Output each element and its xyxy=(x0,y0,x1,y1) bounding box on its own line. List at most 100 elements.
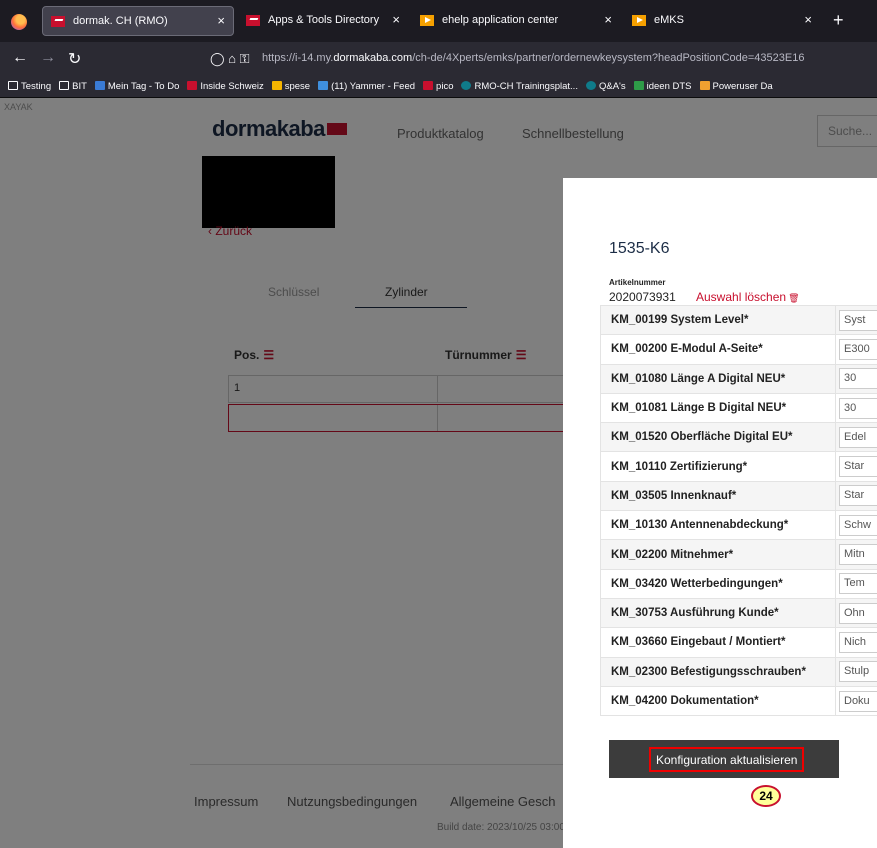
browser-tab-active[interactable]: dormak. CH (RMO) × xyxy=(42,6,234,36)
bookmark-yammer[interactable]: (11) Yammer - Feed xyxy=(318,81,415,92)
attribute-select[interactable]: Schw xyxy=(839,514,877,536)
attribute-row: KM_10130 Antennenabdeckung* Schw xyxy=(600,510,877,541)
attribute-select[interactable]: Tem xyxy=(839,573,877,595)
bookmark-poweruser[interactable]: Poweruser Da xyxy=(699,81,773,92)
close-icon[interactable]: × xyxy=(217,13,225,28)
attribute-value-cell: 30 xyxy=(835,363,877,394)
attribute-select[interactable]: Edel xyxy=(839,426,877,448)
clear-selection-link[interactable]: Auswahl löschen 🗑 xyxy=(696,290,800,304)
attribute-value-cell: Schw xyxy=(835,510,877,541)
spese-icon xyxy=(271,81,282,90)
close-icon[interactable]: × xyxy=(804,12,812,27)
update-configuration-button[interactable]: Konfiguration aktualisieren xyxy=(609,740,839,778)
attribute-row: KM_03505 Innenknauf* Star xyxy=(600,480,877,512)
attribute-table: KM_00199 System Level* Syst KM_00200 E-Mod… xyxy=(600,304,877,717)
url-bar[interactable]: https://i-14.my.dormakaba.com/ch-de/4Xpe… xyxy=(262,52,804,64)
attribute-value-cell: E300 xyxy=(835,334,877,365)
attribute-select[interactable]: Mitn xyxy=(839,544,877,566)
tab-title: eMKS xyxy=(654,14,684,26)
folder-icon xyxy=(59,81,70,90)
attribute-value-cell: Doku xyxy=(835,685,877,717)
attribute-value-cell: Mitn xyxy=(835,539,877,570)
bookmark-pico[interactable]: pico xyxy=(423,81,453,92)
firefox-logo-icon[interactable] xyxy=(11,14,27,30)
bookmark-label: Mein Tag - To Do xyxy=(107,81,180,92)
bookmark-label: BIT xyxy=(72,81,87,92)
play-icon xyxy=(632,15,646,26)
attribute-value-cell: Edel xyxy=(835,422,877,453)
attribute-select[interactable]: Syst xyxy=(839,309,877,331)
close-icon[interactable]: × xyxy=(392,12,400,27)
article-number: 2020073931 xyxy=(609,290,676,304)
bookmark-folder-testing[interactable]: Testing xyxy=(8,81,51,92)
attribute-name: KM_01520 Oberfläche Digital EU* xyxy=(600,422,836,453)
attribute-row: KM_02200 Mitnehmer* Mitn xyxy=(600,539,877,570)
browser-tab[interactable]: ehelp application center × xyxy=(412,6,620,36)
bookmark-spese[interactable]: spese xyxy=(271,81,311,92)
bookmark-label: ideen DTS xyxy=(646,81,692,92)
dormakaba-icon xyxy=(187,81,198,90)
attribute-name: KM_00199 System Level* xyxy=(600,304,836,336)
configuration-modal: 1535-K6 Artikelnummer 2020073931 Auswahl… xyxy=(563,178,877,848)
attribute-row: KM_01081 Länge B Digital NEU* 30 xyxy=(600,392,877,424)
bookmarks-toolbar: Testing BIT Mein Tag - To Do Inside Schweiz… xyxy=(0,76,877,98)
attribute-name: KM_01081 Länge B Digital NEU* xyxy=(600,392,836,424)
forward-arrow-icon[interactable]: → xyxy=(40,49,56,67)
play-icon xyxy=(420,15,434,26)
bookmark-qa[interactable]: Q&A's xyxy=(585,81,626,92)
browser-tab[interactable]: Apps & Tools Directory × xyxy=(238,6,408,36)
back-arrow-icon[interactable]: ← xyxy=(12,49,28,67)
bookmark-ideen-dts[interactable]: ideen DTS xyxy=(633,81,692,92)
attribute-select[interactable]: Nich xyxy=(839,631,877,653)
shield-lock-icon[interactable]: ◯ ⌂ ⚿ xyxy=(210,51,250,67)
close-icon[interactable]: × xyxy=(604,12,612,27)
page-content: XAYAK dormakaba Produktkatalog Schnellbe… xyxy=(0,98,877,848)
attribute-value-cell: Syst xyxy=(835,304,877,336)
attribute-name: KM_30753 Ausführung Kunde* xyxy=(600,597,836,629)
sharepoint-icon xyxy=(461,81,472,90)
attribute-value-cell: Tem xyxy=(835,568,877,599)
attribute-row: KM_01520 Oberfläche Digital EU* Edel xyxy=(600,422,877,453)
attribute-select[interactable]: Ohn xyxy=(839,602,877,624)
bookmark-label: pico xyxy=(436,81,454,92)
attribute-row: KM_30753 Ausführung Kunde* Ohn xyxy=(600,597,877,629)
attribute-select[interactable]: 30 xyxy=(839,368,877,390)
attribute-row: KM_03660 Eingebaut / Montiert* Nich xyxy=(600,627,877,658)
update-configuration-label: Konfiguration aktualisieren xyxy=(649,747,805,772)
bookmark-todo[interactable]: Mein Tag - To Do xyxy=(94,81,180,92)
modal-title: 1535-K6 xyxy=(609,240,670,257)
step-number-badge: 24 xyxy=(751,785,781,807)
checkmark-icon xyxy=(94,81,105,90)
bookmark-rmo-training[interactable]: RMO-CH Trainingsplat... xyxy=(461,81,578,92)
attribute-select[interactable]: Doku xyxy=(839,690,877,712)
bookmark-label: spese xyxy=(284,81,311,92)
attribute-select[interactable]: Star xyxy=(839,456,877,478)
reload-icon[interactable]: ↻ xyxy=(68,49,81,69)
attribute-select[interactable]: E300 xyxy=(839,338,877,360)
tab-title: dormak. CH (RMO) xyxy=(73,15,168,27)
bookmark-inside-schweiz[interactable]: Inside Schweiz xyxy=(187,81,264,92)
attribute-name: KM_02200 Mitnehmer* xyxy=(600,539,836,570)
attribute-name: KM_04200 Dokumentation* xyxy=(600,685,836,717)
browser-nav-bar: ← → ↻ ◯ ⌂ ⚿ https://i-14.my.dormakaba.co… xyxy=(0,42,877,76)
attribute-row: KM_00200 E-Modul A-Seite* E300 xyxy=(600,334,877,365)
attribute-select[interactable]: Stulp xyxy=(839,661,877,683)
attribute-select[interactable]: Star xyxy=(839,485,877,507)
folder-icon xyxy=(8,81,18,90)
attribute-name: KM_01080 Länge A Digital NEU* xyxy=(600,363,836,394)
bookmark-folder-bit[interactable]: BIT xyxy=(59,81,87,92)
attribute-name: KM_03420 Wetterbedingungen* xyxy=(600,568,836,599)
url-prefix: https://i-14.my. xyxy=(262,52,334,64)
attribute-name: KM_02300 Befestigungsschrauben* xyxy=(600,656,836,687)
attribute-name: KM_03505 Innenknauf* xyxy=(600,480,836,512)
bookmark-label: Inside Schweiz xyxy=(200,81,264,92)
new-tab-button[interactable]: + xyxy=(833,10,844,31)
tab-title: ehelp application center xyxy=(442,14,559,26)
dormakaba-icon xyxy=(423,81,434,90)
browser-tab[interactable]: eMKS × xyxy=(624,6,820,36)
bookmark-label: (11) Yammer - Feed xyxy=(331,81,416,92)
attribute-select[interactable]: 30 xyxy=(839,397,877,419)
url-path: /ch-de/4Xperts/emks/partner/ordernewkeys… xyxy=(412,52,805,64)
attribute-row: KM_04200 Dokumentation* Doku xyxy=(600,685,877,717)
sharepoint-icon xyxy=(585,81,596,90)
